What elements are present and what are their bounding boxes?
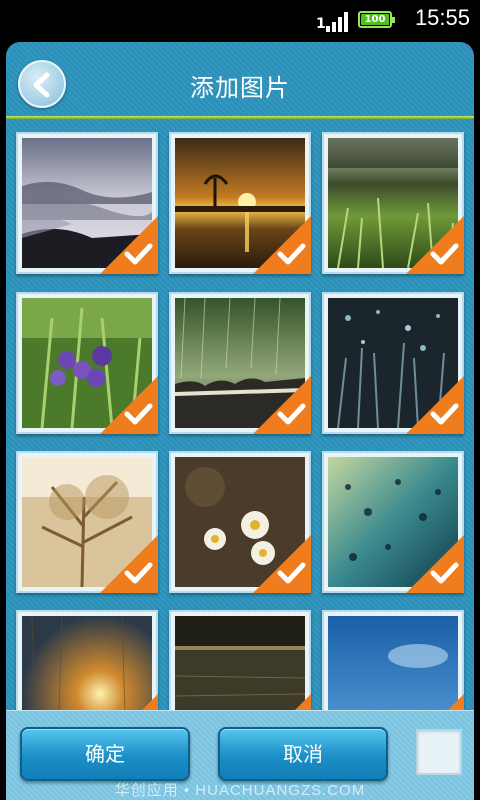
image-tile[interactable] <box>16 451 158 593</box>
image-tile[interactable] <box>16 292 158 434</box>
image-tile[interactable] <box>169 292 311 434</box>
image-tile[interactable] <box>16 132 158 274</box>
image-tile[interactable] <box>322 292 464 434</box>
battery-label: 100 <box>364 14 386 25</box>
image-tile[interactable] <box>322 610 464 712</box>
check-icon <box>253 535 311 593</box>
check-icon <box>100 376 158 434</box>
signal-label: 1 <box>316 16 326 32</box>
page-title: 添加图片 <box>190 74 290 102</box>
image-tile[interactable] <box>169 451 311 593</box>
image-grid <box>6 132 474 712</box>
bottom-action-bar: 确定 取消 华创应用 • HUACHUANGZS.COM <box>6 710 474 800</box>
header: 添加图片 <box>6 42 474 119</box>
check-icon <box>100 535 158 593</box>
signal-icon: 1 <box>316 10 350 32</box>
battery-icon: 100 <box>358 11 395 28</box>
cancel-button[interactable]: 取消 <box>218 727 388 781</box>
image-tile[interactable] <box>169 610 311 712</box>
image-tile[interactable] <box>16 610 158 712</box>
check-icon <box>406 216 464 274</box>
check-icon <box>100 216 158 274</box>
image-tile[interactable] <box>322 451 464 593</box>
header-divider <box>6 116 474 119</box>
check-icon <box>253 216 311 274</box>
select-all-checkbox[interactable] <box>416 729 462 775</box>
watermark: 华创应用 • HUACHUANGZS.COM <box>114 782 366 799</box>
clock: 15:55 <box>414 5 470 30</box>
status-bar: 1 100 15:55 <box>0 0 480 38</box>
check-icon <box>253 376 311 434</box>
image-tile[interactable] <box>169 132 311 274</box>
add-image-panel: 添加图片 确定 取消 华创应用 • HUACHUANGZS.COM <box>6 42 474 800</box>
image-tile[interactable] <box>322 132 464 274</box>
confirm-button[interactable]: 确定 <box>20 727 190 781</box>
check-icon <box>406 535 464 593</box>
check-icon <box>406 376 464 434</box>
